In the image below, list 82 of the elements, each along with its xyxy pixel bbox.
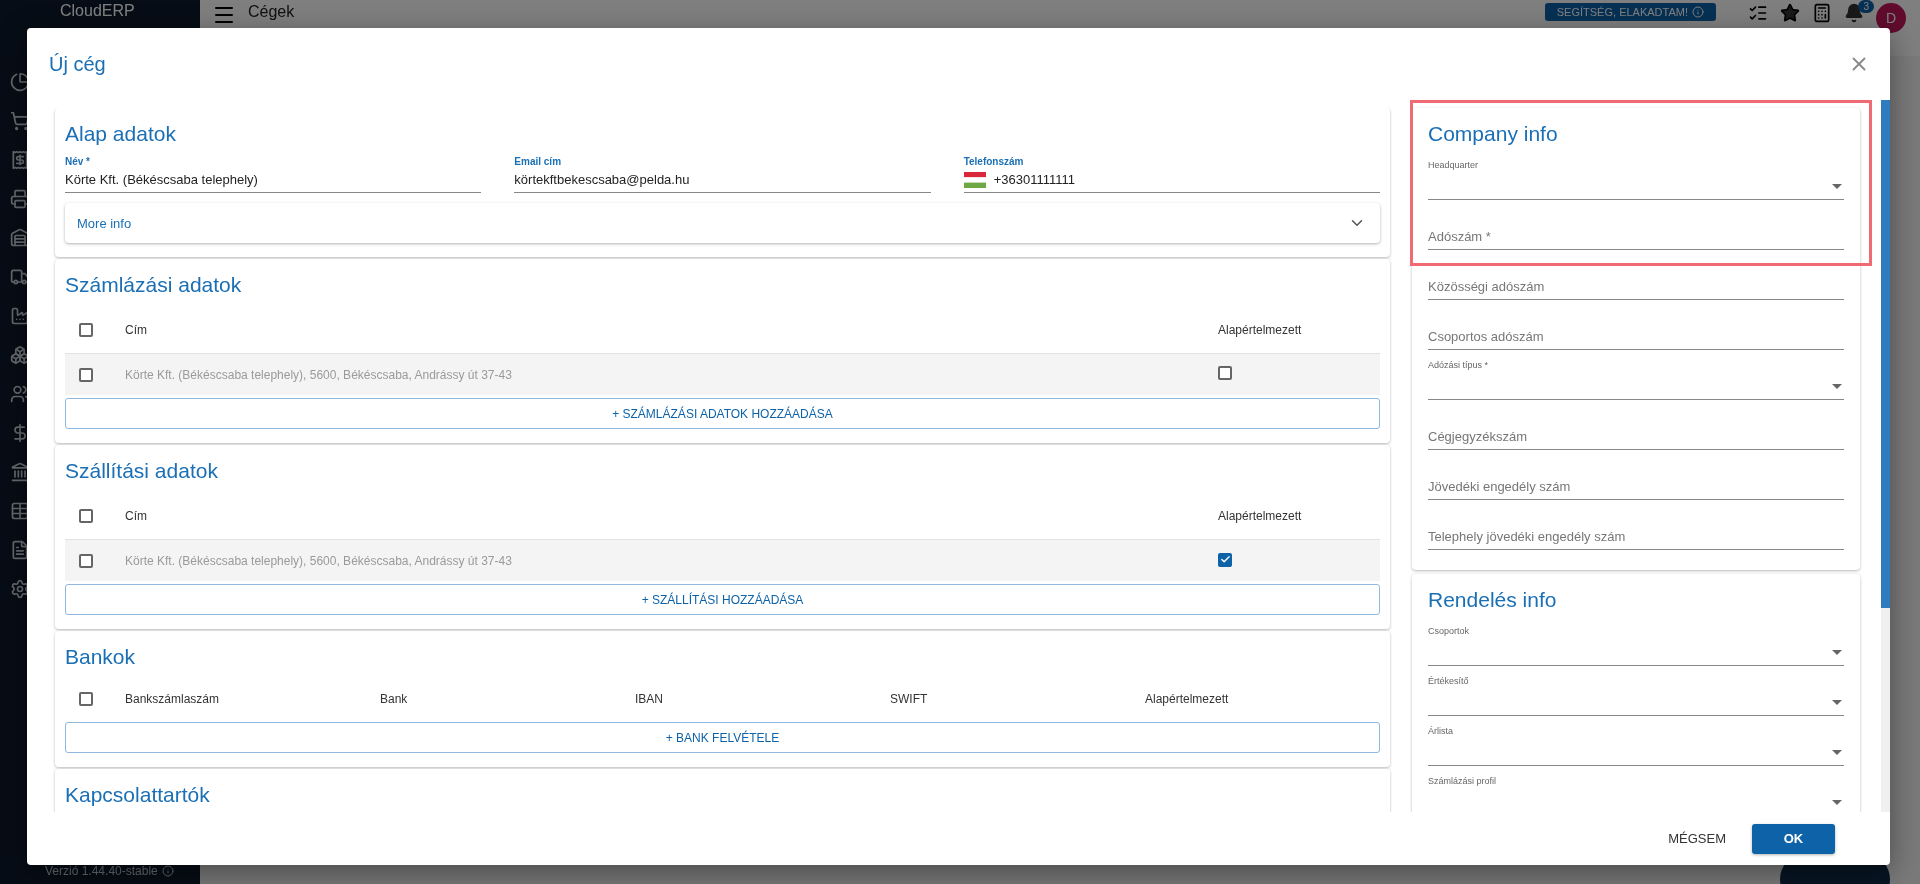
column-header: Alapértelmezett — [1218, 323, 1303, 337]
input-field[interactable]: +36301111111 — [963, 167, 1380, 193]
user-avatar[interactable]: D — [1876, 3, 1906, 33]
caret-icon — [1832, 750, 1842, 755]
flag-icon — [963, 171, 986, 188]
input-field[interactable]: Cégjegyzékszám — [1428, 424, 1844, 450]
add-button[interactable]: + BANK FELVÉTELE — [65, 722, 1380, 753]
checkbox[interactable] — [79, 509, 93, 523]
scrollbar-thumb[interactable] — [1881, 100, 1890, 608]
input-field[interactable]: körtekftbekescsaba@pelda.hu — [514, 167, 931, 193]
card-title: Szállítási adatok — [65, 458, 219, 484]
info-icon — [161, 865, 174, 877]
caret-icon — [1832, 650, 1842, 655]
column-header: Cím — [125, 509, 148, 523]
column-header: Alapértelmezett — [1145, 692, 1230, 706]
field-label: Árlista — [1428, 725, 1454, 736]
sidebar-icon[interactable] — [10, 462, 30, 482]
dialog-title: Új cég — [49, 52, 106, 76]
caret-icon — [1832, 184, 1842, 189]
input-field[interactable]: Csoportos adószám — [1428, 324, 1844, 350]
notification-badge: 3 — [1858, 0, 1874, 13]
card-title: Bankok — [65, 644, 137, 670]
column-header: Bank — [380, 692, 409, 706]
checkbox[interactable] — [79, 367, 93, 382]
sidebar-icon[interactable] — [10, 189, 30, 209]
card-title: Rendelés info — [1427, 587, 1558, 613]
more-info-accordion[interactable]: More info — [65, 203, 1380, 243]
sidebar-icon[interactable] — [10, 72, 30, 92]
info-icon — [1692, 6, 1704, 18]
sidebar-icon[interactable] — [10, 345, 30, 365]
add-button[interactable]: + SZÁLLÍTÁSI HOZZÁADÁSA — [65, 584, 1380, 615]
field-label: Értékesítő — [1428, 675, 1470, 686]
field-label: Headquarter — [1428, 159, 1480, 170]
table-cell-text: Körte Kft. (Békéscsaba telephely), 5600, Békéscsaba, Andrássy út 37-43 — [125, 553, 513, 568]
sidebar-icon[interactable] — [10, 150, 30, 170]
field-label: Számlázási profil — [1428, 775, 1498, 786]
app-logo: CloudERP — [59, 2, 135, 21]
cancel-button[interactable]: MÉGSEM — [1662, 830, 1732, 847]
input-field[interactable]: Közösségi adószám — [1428, 274, 1844, 300]
sidebar-icon[interactable] — [10, 540, 30, 560]
column-header: Cím — [125, 323, 148, 337]
column-header: Bankszámlaszám — [125, 692, 221, 706]
version-text: Verzió 1.44.40-stable — [0, 864, 174, 878]
checklist-icon[interactable] — [1748, 3, 1768, 23]
caret-icon — [1832, 384, 1842, 389]
notifications-icon[interactable] — [1844, 3, 1864, 23]
ok-button[interactable]: OK — [1752, 823, 1835, 854]
sidebar-icon[interactable] — [10, 111, 30, 131]
scrollbar[interactable] — [1881, 100, 1890, 812]
column-header: SWIFT — [890, 692, 929, 706]
input-field[interactable]: Jövedéki engedély szám — [1428, 474, 1844, 500]
card-title: Kapcsolattartók — [65, 782, 211, 808]
field-label: Név * — [65, 156, 91, 167]
table-cell-text: Körte Kft. (Békéscsaba telephely), 5600, Békéscsaba, Andrássy út 37-43 — [125, 367, 513, 382]
sidebar-icon[interactable] — [10, 579, 30, 599]
caret-icon — [1832, 700, 1842, 705]
input-field[interactable]: Körte Kft. (Békéscsaba telephely) — [65, 167, 482, 193]
field-label: Telefonszám — [963, 156, 1025, 167]
checkbox[interactable] — [79, 692, 93, 706]
column-header: IBAN — [635, 692, 664, 706]
add-button[interactable]: + SZÁMLÁZÁSI ADATOK HOZZÁADÁSA — [65, 398, 1380, 429]
sidebar-icon[interactable] — [10, 384, 30, 404]
calculator-icon[interactable] — [1812, 3, 1832, 23]
card-title: Számlázási adatok — [65, 272, 243, 298]
checkbox[interactable] — [79, 553, 93, 568]
help-button[interactable]: SEGÍTSÉG, ELAKADTAM! — [1544, 3, 1716, 21]
sidebar-icon[interactable] — [10, 228, 30, 248]
star-icon[interactable] — [1780, 3, 1800, 23]
caret-icon — [1832, 800, 1842, 805]
field-label: Email cím — [514, 156, 563, 167]
field-label: Csoportok — [1428, 625, 1471, 636]
checkbox[interactable] — [79, 323, 93, 337]
input-field[interactable]: Telephely jövedéki engedély szám — [1428, 524, 1844, 550]
input-field[interactable]: Adószám * — [1428, 224, 1844, 250]
card-title: Company info — [1427, 121, 1559, 147]
checkbox[interactable] — [1218, 552, 1232, 567]
field-label: Adózási típus * — [1428, 359, 1490, 370]
column-header: Alapértelmezett — [1218, 509, 1303, 523]
sidebar-icon[interactable] — [10, 306, 30, 326]
card-title: Alap adatok — [65, 121, 177, 147]
checkbox[interactable] — [1218, 366, 1232, 380]
page-title: Cégek — [248, 3, 296, 21]
